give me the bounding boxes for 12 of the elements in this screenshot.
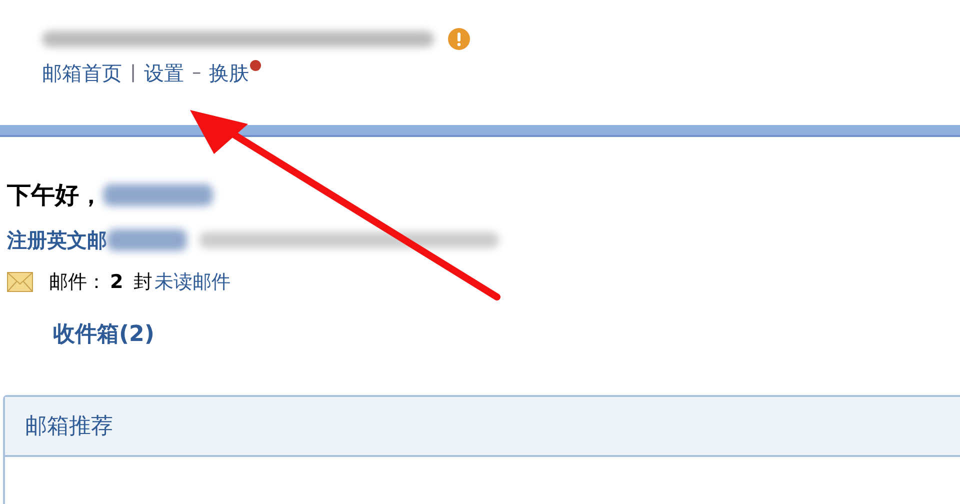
greeting-text: 下午好， <box>7 180 103 211</box>
mail-count-text: 邮件： 2 封 <box>49 270 152 295</box>
unread-mail-link[interactable]: 未读邮件 <box>154 269 230 295</box>
header-link[interactable]: 换肤 <box>209 58 250 88</box>
register-link[interactable]: 注册英文邮 <box>7 226 107 254</box>
separator: – <box>192 61 202 85</box>
header-link[interactable]: 设置 <box>144 58 184 88</box>
header-link[interactable]: 邮箱首页 <box>42 58 122 88</box>
separator: | <box>130 61 136 85</box>
inbox-link[interactable]: 收件箱(2) <box>53 319 154 349</box>
envelope-icon <box>7 272 33 292</box>
panel-title: 邮箱推荐 <box>25 413 113 441</box>
